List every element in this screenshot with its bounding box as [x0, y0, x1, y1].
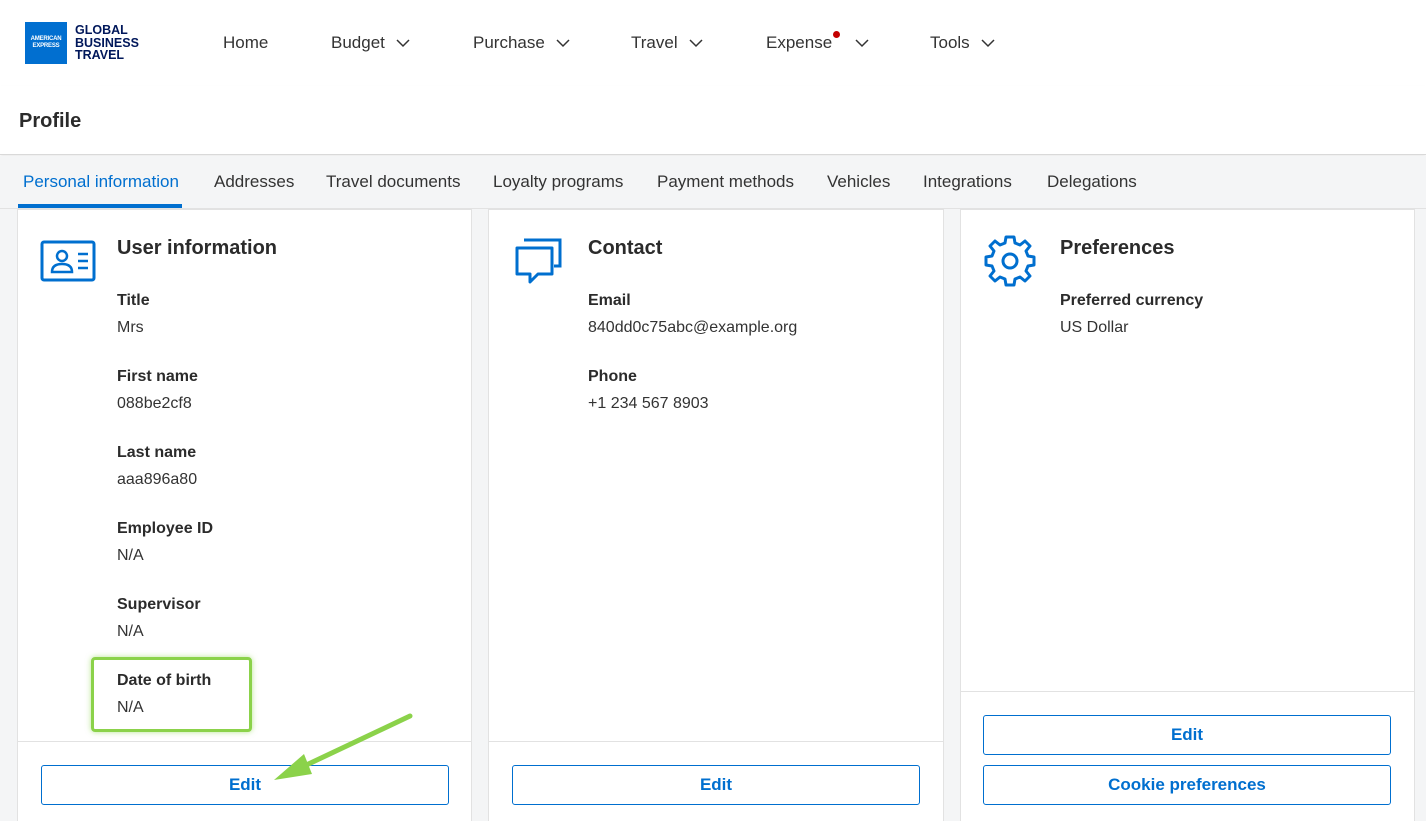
field-label-last-name: Last name — [117, 444, 197, 461]
field-value-employee-id: N/A — [117, 547, 144, 564]
nav-tools-label: Tools — [930, 33, 970, 52]
nav-budget[interactable]: Budget — [331, 33, 411, 53]
profile-tabs: Personal information Addresses Travel do… — [0, 156, 1426, 209]
nav-home-label: Home — [223, 33, 269, 52]
card-title-contact: Contact — [588, 237, 663, 259]
field-label-email: Email — [588, 292, 631, 309]
active-tab-indicator — [18, 204, 182, 208]
logo-mark-text: AMERICAN EXPRESS — [30, 36, 62, 49]
edit-contact-button[interactable]: Edit — [512, 765, 920, 805]
tab-integrations[interactable]: Integrations — [923, 172, 1012, 192]
chevron-down-icon — [396, 39, 410, 48]
field-label-supervisor: Supervisor — [117, 596, 201, 613]
profile-header: Profile — [0, 86, 1426, 155]
annotation-arrow-icon — [274, 713, 413, 780]
edit-preferences-button[interactable]: Edit — [983, 715, 1391, 755]
top-navigation: AMERICAN EXPRESS GLOBAL BUSINESS TRAVEL … — [0, 0, 1426, 86]
field-value-supervisor: N/A — [117, 623, 144, 640]
tab-loyalty-programs[interactable]: Loyalty programs — [493, 172, 623, 192]
chevron-down-icon — [981, 39, 995, 48]
chevron-down-icon — [855, 39, 869, 48]
nav-purchase[interactable]: Purchase — [473, 33, 571, 53]
amex-logo-mark: AMERICAN EXPRESS — [25, 22, 67, 64]
nav-travel-label: Travel — [631, 33, 678, 52]
nav-tools[interactable]: Tools — [930, 33, 996, 53]
amex-gbt-logo[interactable]: AMERICAN EXPRESS GLOBAL BUSINESS TRAVEL — [25, 22, 139, 64]
field-label-title: Title — [117, 292, 150, 309]
nav-purchase-label: Purchase — [473, 33, 545, 52]
field-label-first-name: First name — [117, 368, 198, 385]
tab-payment-methods[interactable]: Payment methods — [657, 172, 794, 192]
field-label-preferred-currency: Preferred currency — [1060, 292, 1204, 309]
nav-expense-label: Expense — [766, 33, 833, 52]
chevron-down-icon — [689, 39, 703, 48]
field-value-first-name: 088be2cf8 — [117, 395, 192, 412]
field-label-employee-id: Employee ID — [117, 520, 214, 537]
logo-line-1: GLOBAL — [75, 23, 128, 38]
nav-expense[interactable]: Expense — [766, 31, 870, 53]
chat-bubbles-icon — [515, 238, 562, 284]
field-value-email: 840dd0c75abc@example.org — [588, 319, 798, 336]
tab-addresses[interactable]: Addresses — [214, 172, 294, 192]
logo-wordmark: GLOBAL BUSINESS TRAVEL — [75, 24, 139, 62]
contact-card: Contact Email 840dd0c75abc@example.org P… — [488, 209, 944, 821]
tab-vehicles[interactable]: Vehicles — [827, 172, 890, 192]
gear-icon — [984, 235, 1036, 287]
preferences-card: Preferences Preferred currency US Dollar… — [960, 209, 1415, 821]
nav-budget-label: Budget — [331, 33, 385, 52]
date-of-birth-highlight — [91, 657, 252, 732]
nav-home[interactable]: Home — [223, 33, 268, 53]
chevron-down-icon — [556, 39, 570, 48]
card-title-preferences: Preferences — [1060, 237, 1175, 259]
field-label-phone: Phone — [588, 368, 637, 385]
card-divider — [489, 741, 943, 742]
page-title: Profile — [19, 110, 82, 132]
tab-travel-documents[interactable]: Travel documents — [326, 172, 460, 192]
field-value-title: Mrs — [117, 319, 144, 336]
notification-dot — [833, 31, 840, 38]
tab-delegations[interactable]: Delegations — [1047, 172, 1137, 192]
field-value-last-name: aaa896a80 — [117, 471, 198, 488]
card-title-user-information: User information — [117, 237, 278, 259]
logo-line-3: TRAVEL — [75, 48, 125, 63]
cookie-preferences-button[interactable]: Cookie preferences — [983, 765, 1391, 805]
id-card-icon — [40, 240, 96, 282]
field-value-phone: +1 234 567 8903 — [588, 395, 709, 412]
tab-personal-information[interactable]: Personal information — [23, 172, 179, 192]
nav-travel[interactable]: Travel — [631, 33, 704, 53]
field-value-preferred-currency: US Dollar — [1060, 319, 1129, 336]
card-divider — [961, 691, 1414, 692]
